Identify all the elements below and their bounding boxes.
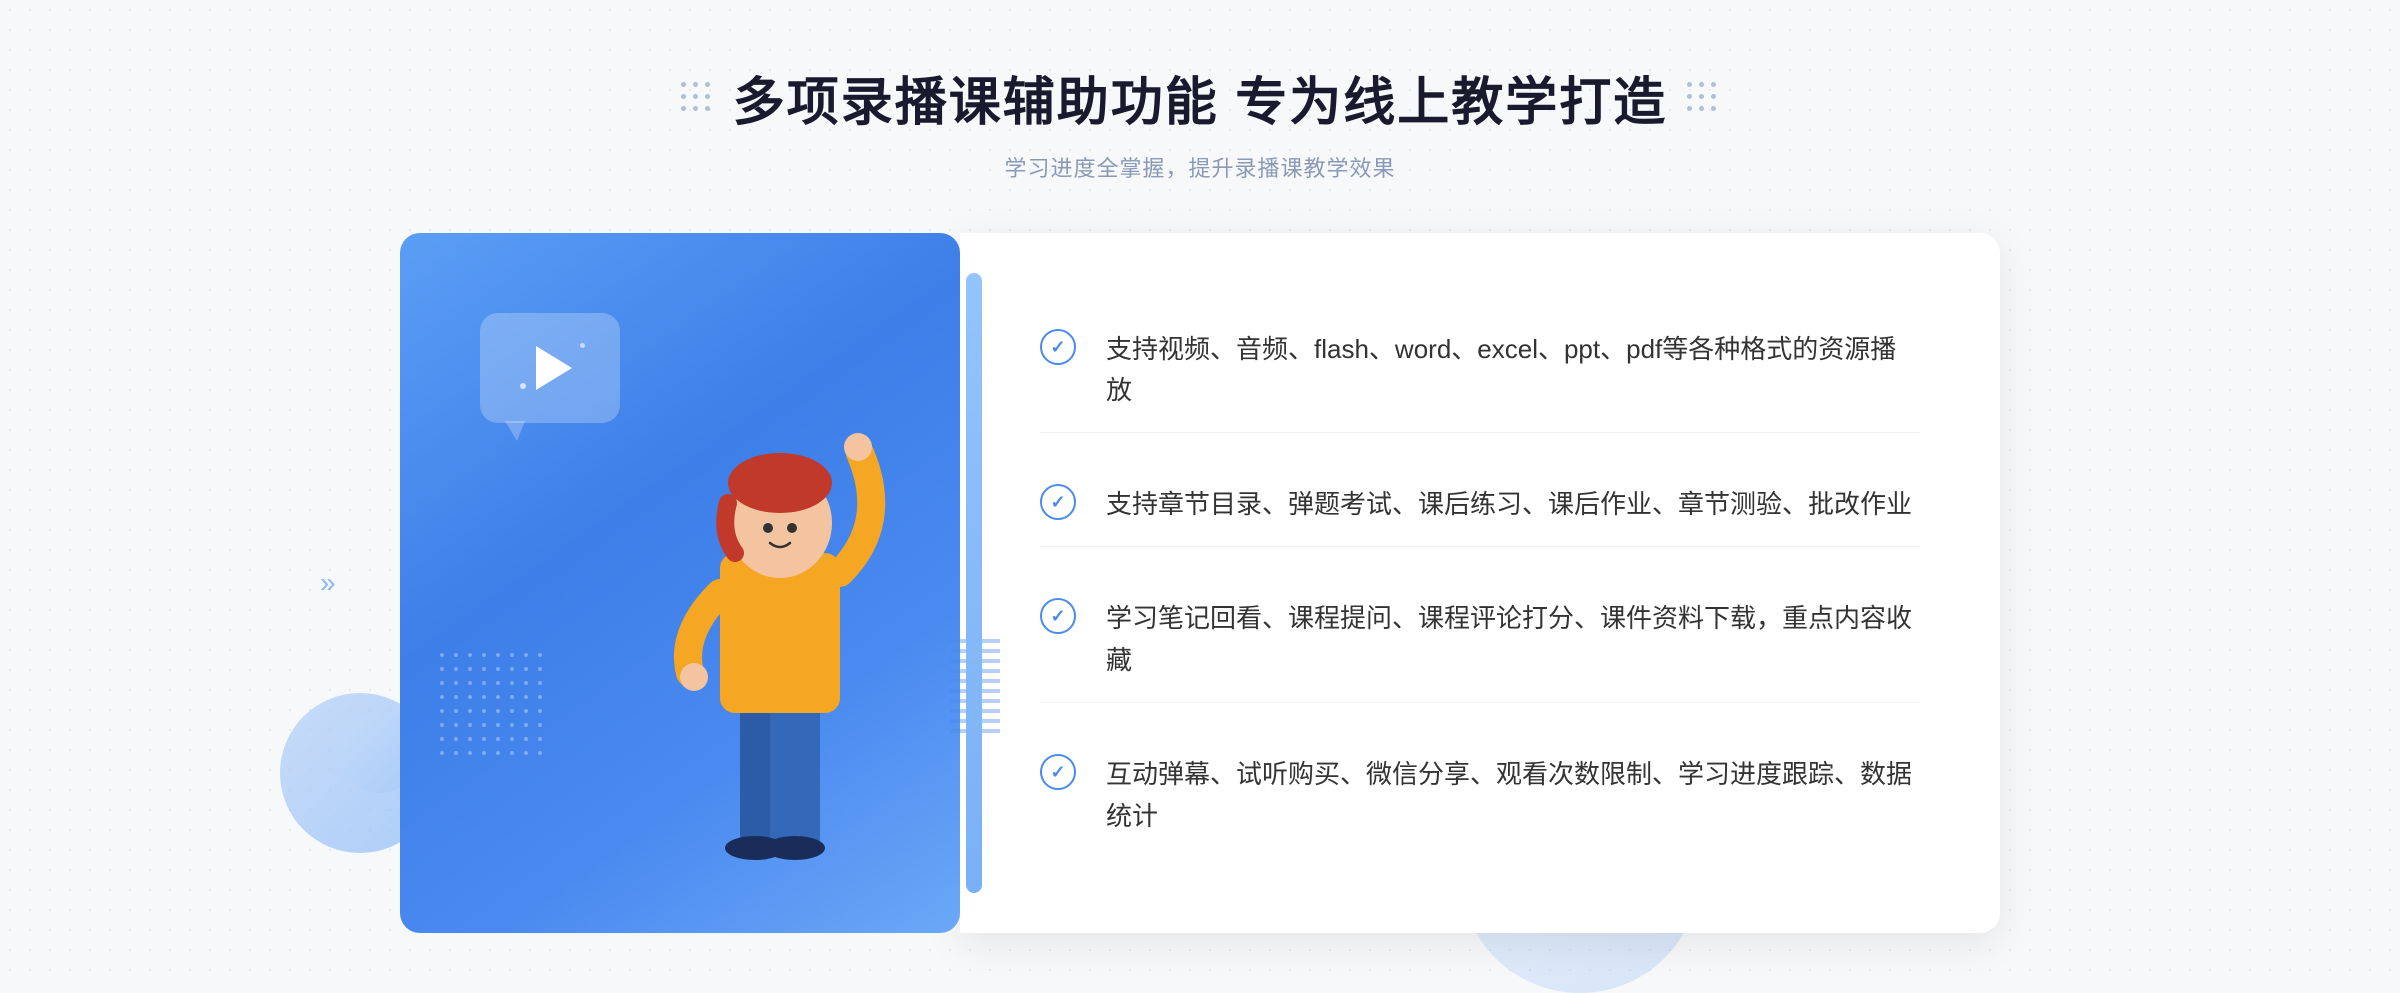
feature-item-3: ✓ 学习笔记回看、课程提问、课程评论打分、课件资料下载，重点内容收藏 — [1040, 578, 1920, 702]
header-section: 多项录播课辅助功能 专为线上教学打造 学习进度全掌握，提升录播课教学效果 — [681, 60, 1719, 183]
page-container: 多项录播课辅助功能 专为线上教学打造 学习进度全掌握，提升录播课教学效果 » — [0, 0, 2400, 974]
check-circle-2: ✓ — [1040, 484, 1076, 520]
header-title-row: 多项录播课辅助功能 专为线上教学打造 — [681, 60, 1719, 135]
sparkle-dot-2 — [580, 343, 585, 348]
check-circle-3: ✓ — [1040, 598, 1076, 634]
dot-pattern — [440, 653, 560, 773]
feature-text-3: 学习笔记回看、课程提问、课程评论打分、课件资料下载，重点内容收藏 — [1106, 598, 1920, 681]
check-mark-3: ✓ — [1050, 607, 1065, 625]
feature-text-4: 互动弹幕、试听购买、微信分享、观看次数限制、学习进度跟踪、数据统计 — [1106, 754, 1920, 837]
left-chevrons-decoration: » — [320, 567, 336, 599]
content-area: » — [400, 233, 2000, 933]
stripe-decoration — [950, 633, 1000, 733]
check-mark-2: ✓ — [1050, 493, 1065, 511]
feature-text-2: 支持章节目录、弹题考试、课后练习、课后作业、章节测验、批改作业 — [1106, 484, 1912, 526]
illustration-card — [400, 233, 960, 933]
sparkle-dot-1 — [540, 363, 548, 371]
right-decorative-dots — [1687, 82, 1719, 114]
sub-title: 学习进度全掌握，提升录播课教学效果 — [1004, 151, 1395, 183]
check-circle-4: ✓ — [1040, 754, 1076, 790]
feature-item-2: ✓ 支持章节目录、弹题考试、课后练习、课后作业、章节测验、批改作业 — [1040, 464, 1920, 547]
check-mark-1: ✓ — [1050, 338, 1065, 356]
feature-item-4: ✓ 互动弹幕、试听购买、微信分享、观看次数限制、学习进度跟踪、数据统计 — [1040, 734, 1920, 857]
main-title: 多项录播课辅助功能 专为线上教学打造 — [733, 60, 1667, 135]
feature-item-1: ✓ 支持视频、音频、flash、word、excel、ppt、pdf等各种格式的… — [1040, 309, 1920, 433]
right-panel: ✓ 支持视频、音频、flash、word、excel、ppt、pdf等各种格式的… — [960, 233, 2000, 933]
chevron-icon: » — [320, 567, 336, 599]
feature-text-1: 支持视频、音频、flash、word、excel、ppt、pdf等各种格式的资源… — [1106, 329, 1920, 412]
check-mark-4: ✓ — [1050, 763, 1065, 781]
character-illustration — [620, 373, 940, 933]
speech-bubble — [480, 313, 620, 423]
sparkle-dot-3 — [520, 383, 526, 389]
left-decorative-dots — [681, 82, 713, 114]
check-circle-1: ✓ — [1040, 329, 1076, 365]
play-button-area — [480, 313, 620, 423]
